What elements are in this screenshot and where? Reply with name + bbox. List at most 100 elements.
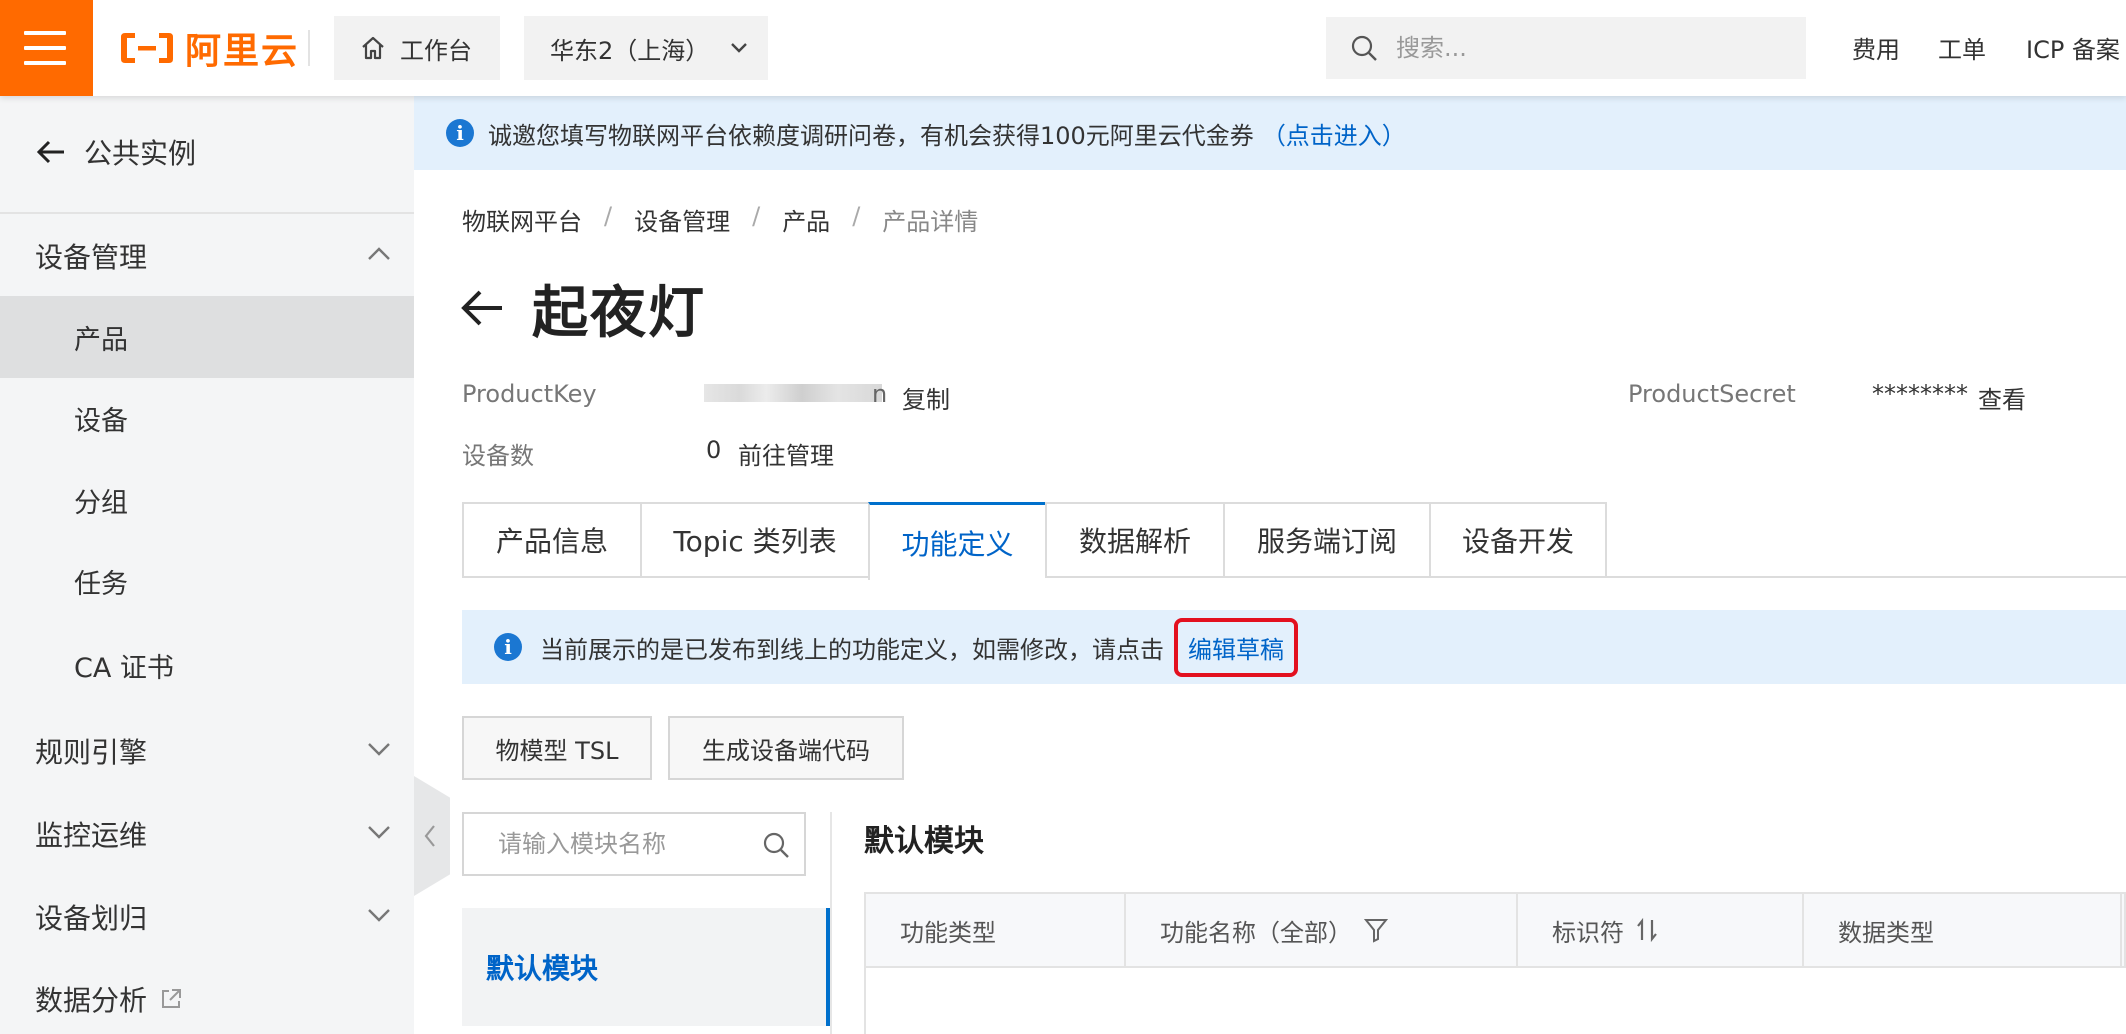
global-search-input[interactable]: [1394, 33, 1774, 63]
module-list-item-default[interactable]: 默认模块: [462, 908, 830, 1026]
tab-topic-list[interactable]: Topic 类列表: [640, 502, 868, 578]
page-header: 起夜灯: [460, 268, 706, 348]
product-secret-value: ********: [1872, 380, 1968, 408]
sidebar-item-ca-certificate[interactable]: CA 证书: [0, 624, 414, 706]
info-icon: i: [446, 119, 474, 147]
function-definition-notice: i 当前展示的是已发布到线上的功能定义，如需修改，请点击 编辑草稿: [462, 610, 2126, 684]
chevron-left-icon: [424, 825, 435, 847]
sidebar-item-groups[interactable]: 分组: [0, 459, 414, 541]
workbench-button[interactable]: 工作台: [334, 16, 500, 80]
chevron-down-icon: [731, 43, 748, 53]
device-count-label: 设备数: [462, 442, 534, 470]
column-header-label: 数据类型: [1838, 918, 1934, 947]
column-header-label: 功能类型: [900, 918, 996, 947]
survey-link[interactable]: （点击进入）: [1262, 116, 1406, 151]
back-to-instance-button[interactable]: 公共实例: [0, 112, 414, 192]
workbench-label: 工作台: [400, 36, 472, 65]
product-key-label: ProductKey: [462, 380, 597, 408]
breadcrumb-separator: /: [752, 202, 761, 230]
sidebar-group-rules-engine[interactable]: 规则引擎: [0, 716, 414, 786]
icp-filing-link[interactable]: ICP 备案: [2026, 30, 2120, 65]
view-product-secret-link[interactable]: 查看: [1978, 380, 2026, 415]
sidebar-group-label: 数据分析: [35, 984, 148, 1017]
sidebar-group-label: 设备管理: [35, 241, 148, 274]
sidebar-item-label: 分组: [74, 487, 128, 519]
edit-draft-link[interactable]: 编辑草稿: [1174, 617, 1298, 677]
function-notice-text: 当前展示的是已发布到线上的功能定义，如需修改，请点击: [540, 635, 1164, 664]
tab-server-subscription[interactable]: 服务端订阅: [1223, 502, 1429, 578]
breadcrumb-separator: /: [852, 202, 861, 230]
module-search[interactable]: [462, 812, 806, 876]
sidebar-group-device-assignment[interactable]: 设备划归: [0, 882, 414, 952]
back-arrow-icon[interactable]: [460, 288, 504, 328]
breadcrumb-item-device-management[interactable]: 设备管理: [634, 202, 730, 237]
sidebar-group-data-analysis[interactable]: 数据分析: [0, 964, 414, 1034]
search-icon[interactable]: [762, 831, 790, 859]
sidebar-item-label: CA 证书: [74, 652, 174, 684]
sidebar-item-products[interactable]: 产品: [0, 296, 414, 378]
sidebar-group-label: 监控运维: [35, 819, 148, 852]
region-label: 华东2（上海）: [550, 36, 710, 65]
sidebar-item-label: 产品: [74, 324, 128, 356]
column-header-label: 标识符: [1552, 918, 1624, 947]
billing-link[interactable]: 费用: [1852, 30, 1900, 65]
sidebar-item-tasks[interactable]: 任务: [0, 540, 414, 622]
aliyun-logo-text: 阿里云: [185, 31, 300, 72]
survey-notice-banner: i 诚邀您填写物联网平台依赖度调研问卷，有机会获得100元阿里云代金券 （点击进…: [414, 96, 2126, 170]
product-key-value-masked: [704, 384, 882, 402]
breadcrumb: 物联网平台 / 设备管理 / 产品 / 产品详情: [462, 202, 978, 237]
tab-product-info[interactable]: 产品信息: [462, 502, 640, 578]
sidebar-group-monitoring[interactable]: 监控运维: [0, 799, 414, 869]
tab-device-development[interactable]: 设备开发: [1429, 502, 1607, 578]
sidebar-collapse-button[interactable]: [414, 776, 450, 896]
tab-function-definition[interactable]: 功能定义: [868, 502, 1045, 580]
sidebar-group-label: 设备划归: [35, 902, 148, 935]
menu-icon[interactable]: [0, 0, 93, 96]
region-selector[interactable]: 华东2（上海）: [524, 16, 768, 80]
product-secret-label: ProductSecret: [1628, 380, 1796, 408]
external-link-icon: [162, 989, 182, 1008]
sidebar-item-devices[interactable]: 设备: [0, 377, 414, 459]
sidebar-item-label: 任务: [74, 568, 128, 600]
sidebar: 公共实例 设备管理 产品 设备 分组 任务 CA 证书 规则引擎 监控运维 设备…: [0, 96, 414, 1034]
generate-device-code-button[interactable]: 生成设备端代码: [668, 716, 904, 780]
survey-notice-text: 诚邀您填写物联网平台依赖度调研问卷，有机会获得100元阿里云代金券: [488, 121, 1254, 150]
sort-icon[interactable]: [1636, 918, 1658, 942]
tab-data-parsing[interactable]: 数据解析: [1045, 502, 1223, 578]
device-count-value: 0: [706, 436, 722, 464]
breadcrumb-item-products[interactable]: 产品: [782, 202, 830, 237]
aliyun-logo[interactable]: 阿里云: [117, 22, 299, 74]
ticket-link[interactable]: 工单: [1938, 30, 1986, 65]
column-header-function-type: 功能类型: [866, 894, 1126, 966]
breadcrumb-separator: /: [604, 202, 613, 230]
sidebar-group-label: 规则引擎: [35, 736, 148, 769]
home-icon: [362, 36, 384, 60]
function-table-body: [864, 968, 2126, 1034]
column-header-identifier: 标识符: [1518, 894, 1804, 966]
section-title: 默认模块: [864, 824, 984, 859]
filter-icon[interactable]: [1364, 917, 1388, 943]
arrow-left-icon: [36, 140, 64, 164]
info-icon: i: [494, 633, 522, 661]
page-title: 起夜灯: [532, 280, 706, 346]
column-header-function-name: 功能名称（全部）: [1126, 894, 1518, 966]
copy-product-key-link[interactable]: 复制: [902, 380, 950, 415]
module-search-input[interactable]: [496, 829, 746, 859]
instance-label: 公共实例: [84, 137, 197, 170]
sidebar-item-label: 设备: [74, 405, 128, 437]
column-header-label: 功能名称（全部）: [1160, 918, 1352, 947]
breadcrumb-item-iot-platform[interactable]: 物联网平台: [462, 202, 582, 237]
product-tabs: 产品信息 Topic 类列表 功能定义 数据解析 服务端订阅 设备开发: [462, 502, 1607, 580]
sidebar-group-device-management[interactable]: 设备管理: [0, 221, 414, 291]
manage-devices-link[interactable]: 前往管理: [738, 436, 834, 471]
search-icon: [1351, 35, 1377, 61]
global-search[interactable]: [1326, 17, 1806, 79]
product-key-visible-suffix: n: [872, 380, 888, 408]
aliyun-logo-icon: [121, 33, 173, 63]
function-table-header: 功能类型 功能名称（全部） 标识符 数据类型: [864, 892, 2126, 968]
divider: [830, 812, 832, 1034]
divider: [0, 212, 414, 214]
divider: [308, 30, 310, 66]
tsl-model-button[interactable]: 物模型 TSL: [462, 716, 652, 780]
chevron-down-icon: [368, 826, 390, 839]
